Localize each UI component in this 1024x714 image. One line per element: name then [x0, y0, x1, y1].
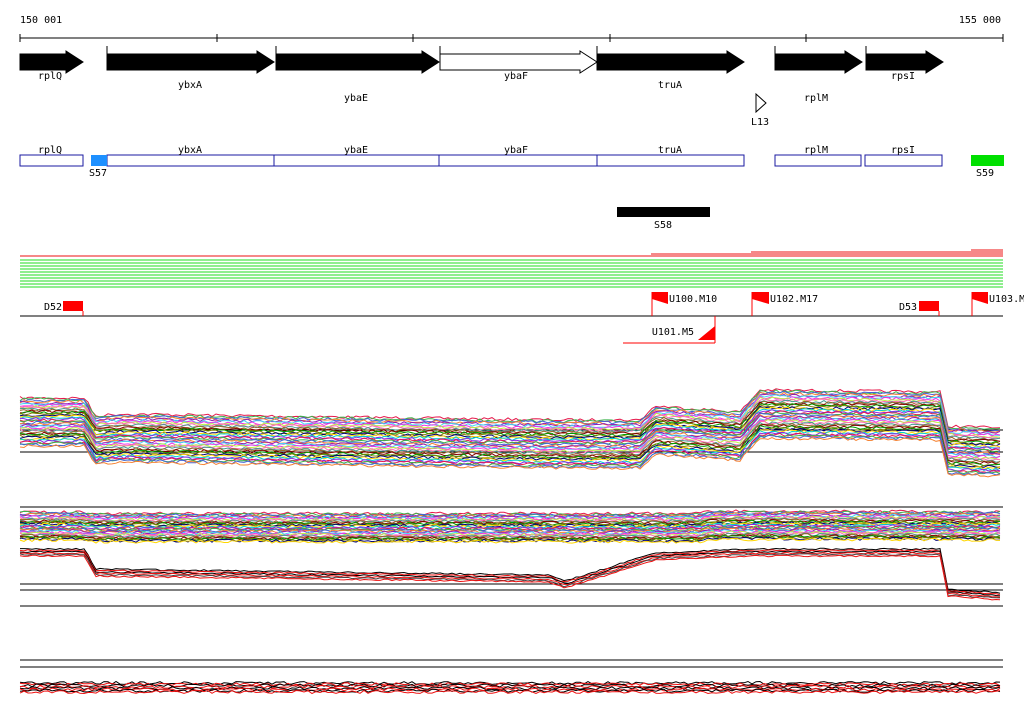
- marker-label-U101-M5: U101.M5: [652, 327, 694, 338]
- box-label-truA: truA: [658, 145, 682, 156]
- gene-arrow-ybaE[interactable]: [275, 50, 440, 74]
- box-label-ybxA: ybxA: [178, 145, 202, 156]
- gene-label-ybxA: ybxA: [178, 80, 202, 91]
- marker-label-U100-M10: U100.M10: [669, 294, 717, 305]
- segment-label-S59: S59: [976, 168, 994, 179]
- marker-label-U103-M: U103.M: [989, 294, 1024, 305]
- small-feature-triangle[interactable]: [755, 92, 767, 114]
- box-label-rpsI: rpsI: [891, 145, 915, 156]
- marker-label-U102-M17: U102.M17: [770, 294, 818, 305]
- box-label-rplM: rplM: [804, 145, 828, 156]
- segment-S59[interactable]: [971, 155, 1004, 166]
- gene-arrow-ybxA[interactable]: [106, 50, 275, 74]
- gene-track: rplQ ybxA ybaE ybaF truA rplM rpsI L13: [19, 46, 944, 128]
- gene-label-ybaF: ybaF: [504, 71, 528, 82]
- gene-label-ybaE: ybaE: [344, 93, 368, 104]
- coordinate-ruler: 150 001 155 000: [19, 15, 1004, 42]
- marker-track: D52 U100.M10 U102.M17 D53 U103.M U101.M5: [20, 292, 1024, 344]
- gene-arrow-ybaF[interactable]: [439, 50, 598, 74]
- gene-box-ybaF[interactable]: [438, 154, 598, 167]
- segment-label-S58: S58: [654, 220, 672, 231]
- segment-label-S57: S57: [89, 168, 107, 179]
- marker-U101-M5[interactable]: [698, 326, 715, 340]
- signal-line: [19, 683, 1001, 688]
- gene-label-rplQ: rplQ: [38, 71, 62, 82]
- coverage-lines: [20, 249, 1003, 288]
- gene-box-track: rplQ ybxA ybaE ybaF truA rplM rpsI S57 S…: [19, 145, 1004, 179]
- ruler-start-label: 150 001: [20, 15, 62, 26]
- gene-box-rpsI[interactable]: [864, 154, 943, 167]
- marker-D53[interactable]: [919, 301, 939, 311]
- gene-label-rplM: rplM: [804, 93, 828, 104]
- gene-box-rplQ[interactable]: [19, 154, 84, 167]
- gene-box-ybxA[interactable]: [106, 154, 275, 167]
- genome-browser: 150 001 155 000 rplQ ybxA ybaE ybaF truA…: [19, 15, 1024, 695]
- marker-label-D52: D52: [44, 302, 62, 313]
- segment-S57[interactable]: [91, 155, 107, 166]
- gene-box-ybaE[interactable]: [273, 154, 440, 167]
- box-label-ybaE: ybaE: [344, 145, 368, 156]
- segment-S58[interactable]: [617, 207, 710, 217]
- marker-label-D53: D53: [899, 302, 917, 313]
- ruler-end-label: 155 000: [959, 15, 1001, 26]
- marker-U103-M[interactable]: [972, 292, 988, 304]
- marker-D52[interactable]: [63, 301, 83, 311]
- gene-arrow-rplM[interactable]: [774, 50, 863, 74]
- segment-track-s58: S58: [617, 207, 710, 231]
- box-label-rplQ: rplQ: [38, 145, 62, 156]
- signal-panel-top: [19, 388, 1003, 478]
- gene-box-truA[interactable]: [596, 154, 745, 167]
- small-feature-label: L13: [751, 117, 769, 128]
- gene-box-rplM[interactable]: [774, 154, 862, 167]
- signal-panel-middle: [19, 506, 1003, 607]
- gene-arrow-rpsI[interactable]: [865, 50, 944, 74]
- signal-panel-bottom: [19, 659, 1003, 695]
- gene-label-rpsI: rpsI: [891, 71, 915, 82]
- signal-line: [19, 551, 1001, 598]
- box-label-ybaF: ybaF: [504, 145, 528, 156]
- gene-arrow-truA[interactable]: [596, 50, 745, 74]
- gene-label-truA: truA: [658, 80, 682, 91]
- marker-U100-M10[interactable]: [652, 292, 668, 304]
- gene-arrow-rplQ[interactable]: [19, 50, 84, 74]
- marker-U102-M17[interactable]: [752, 292, 769, 304]
